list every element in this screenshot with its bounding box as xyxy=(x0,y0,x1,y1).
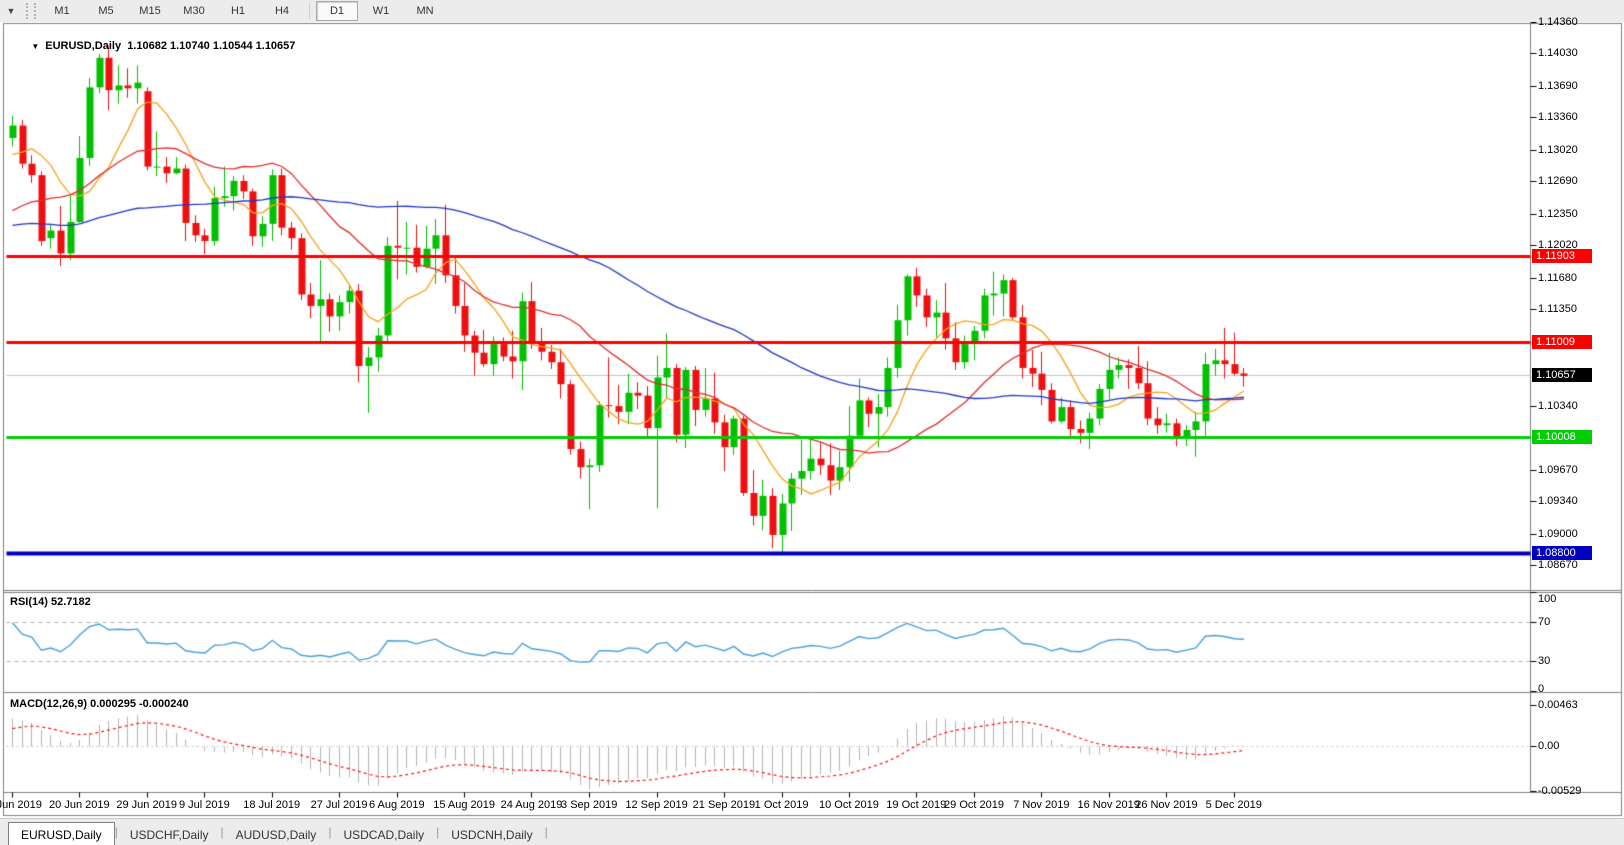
chart-ohlc-values: 1.10682 1.10740 1.10544 1.10657 xyxy=(127,40,295,52)
date-axis-label: 20 Jun 2019 xyxy=(49,799,110,811)
date-axis-label: 9 Jul 2019 xyxy=(179,799,230,811)
date-axis-label: 7 Nov 2019 xyxy=(1013,799,1069,811)
date-axis-label: 18 Jul 2019 xyxy=(243,799,300,811)
date-axis-label: 10 Oct 2019 xyxy=(819,799,879,811)
price-axis-tick: 1.09000 xyxy=(1538,528,1578,540)
rsi-axis-tick: 100 xyxy=(1538,593,1556,605)
tab-separator: | xyxy=(545,825,548,841)
price-axis-tick: 1.09670 xyxy=(1538,464,1578,476)
macd-axis-tick: 0.00 xyxy=(1538,740,1559,752)
date-axis-label: 29 Oct 2019 xyxy=(944,799,1004,811)
price-axis-tick: 1.13690 xyxy=(1538,80,1578,92)
price-axis-tick: 1.14360 xyxy=(1538,16,1578,28)
chart-tab-bar: EURUSD,Daily|USDCHF,Daily|AUDUSD,Daily|U… xyxy=(0,818,1624,845)
price-axis-tick: 1.09340 xyxy=(1538,495,1578,507)
timeframe-button-m1[interactable]: M1 xyxy=(41,1,83,21)
mt4-terminal: ▼ M1M5M15M30H1H4 D1W1MN ▼ EURUSD,Daily 1.1… xyxy=(0,0,1624,845)
chart-area: ▼ EURUSD,Daily 1.10682 1.10740 1.10544 1.… xyxy=(0,22,1624,818)
chart-type-dropdown-icon[interactable]: ▼ xyxy=(0,1,22,21)
price-axis-tick: 1.11350 xyxy=(1538,303,1577,315)
price-level-tag: 1.08800 xyxy=(1532,546,1592,560)
timeframe-button-m5[interactable]: M5 xyxy=(85,1,127,21)
timeframe-button-mn[interactable]: MN xyxy=(404,1,446,21)
price-axis-tick: 1.11680 xyxy=(1538,272,1577,284)
date-axis-label: 11 Jun 2019 xyxy=(0,799,42,811)
timeframe-button-d1[interactable]: D1 xyxy=(316,1,358,21)
chart-title-collapse-icon[interactable]: ▼ xyxy=(31,42,39,51)
timeframe-button-w1[interactable]: W1 xyxy=(360,1,402,21)
chart-tab-usdchf[interactable]: USDCHF,Daily xyxy=(118,824,221,845)
price-level-tag: 1.11009 xyxy=(1532,335,1592,349)
rsi-indicator-title: RSI(14) 52.7182 xyxy=(10,596,91,608)
date-axis-label: 15 Aug 2019 xyxy=(433,799,495,811)
macd-axis-tick: 0.00463 xyxy=(1538,699,1578,711)
chart-tab-usdcad[interactable]: USDCAD,Daily xyxy=(331,824,436,845)
price-axis-tick: 1.08670 xyxy=(1538,559,1578,571)
timeframe-button-m15[interactable]: M15 xyxy=(129,1,171,21)
toolbar-drag-handle[interactable] xyxy=(26,3,36,19)
date-axis-label: 5 Dec 2019 xyxy=(1206,799,1262,811)
rsi-axis-tick: 0 xyxy=(1538,683,1544,695)
chart-tab-usdcnh[interactable]: USDCNH,Daily xyxy=(439,824,544,845)
date-axis-label: 19 Oct 2019 xyxy=(886,799,946,811)
price-axis-tick: 1.14030 xyxy=(1538,47,1578,59)
date-axis-label: 1 Oct 2019 xyxy=(755,799,809,811)
date-axis-label: 29 Jun 2019 xyxy=(116,799,177,811)
timeframe-button-m30[interactable]: M30 xyxy=(173,1,215,21)
price-chart-canvas[interactable] xyxy=(0,22,1624,818)
price-axis-tick: 1.10340 xyxy=(1538,400,1578,412)
timeframe-button-h1[interactable]: H1 xyxy=(217,1,259,21)
price-axis-tick: 1.13020 xyxy=(1538,144,1578,156)
rsi-axis-tick: 30 xyxy=(1538,655,1550,667)
date-axis-label: 16 Nov 2019 xyxy=(1077,799,1139,811)
timeframe-button-h4[interactable]: H4 xyxy=(261,1,303,21)
rsi-axis-tick: 70 xyxy=(1538,616,1550,628)
chart-title: ▼ EURUSD,Daily 1.10682 1.10740 1.10544 1.… xyxy=(13,28,295,64)
date-axis-label: 12 Sep 2019 xyxy=(625,799,687,811)
price-axis-tick: 1.12690 xyxy=(1538,175,1578,187)
timeframe-toolbar: ▼ M1M5M15M30H1H4 D1W1MN xyxy=(0,0,1624,23)
chart-tab-eurusd[interactable]: EURUSD,Daily xyxy=(8,822,115,845)
price-axis-tick: 1.12350 xyxy=(1538,208,1578,220)
macd-axis-tick: -0.00529 xyxy=(1538,785,1581,797)
price-level-tag: 1.10008 xyxy=(1532,430,1592,444)
price-level-tag: 1.10657 xyxy=(1532,368,1592,382)
date-axis-label: 27 Jul 2019 xyxy=(311,799,368,811)
date-axis-label: 3 Sep 2019 xyxy=(561,799,617,811)
date-axis-label: 24 Aug 2019 xyxy=(501,799,563,811)
chart-symbol-label: EURUSD,Daily xyxy=(45,40,121,52)
price-level-tag: 1.11903 xyxy=(1532,249,1592,263)
macd-indicator-title: MACD(12,26,9) 0.000295 -0.000240 xyxy=(10,698,189,710)
toolbar-separator xyxy=(309,3,310,19)
price-axis-tick: 1.13360 xyxy=(1538,111,1578,123)
chart-tab-audusd[interactable]: AUDUSD,Daily xyxy=(224,824,329,845)
date-axis-label: 26 Nov 2019 xyxy=(1135,799,1197,811)
date-axis-label: 21 Sep 2019 xyxy=(693,799,755,811)
date-axis-label: 6 Aug 2019 xyxy=(369,799,425,811)
